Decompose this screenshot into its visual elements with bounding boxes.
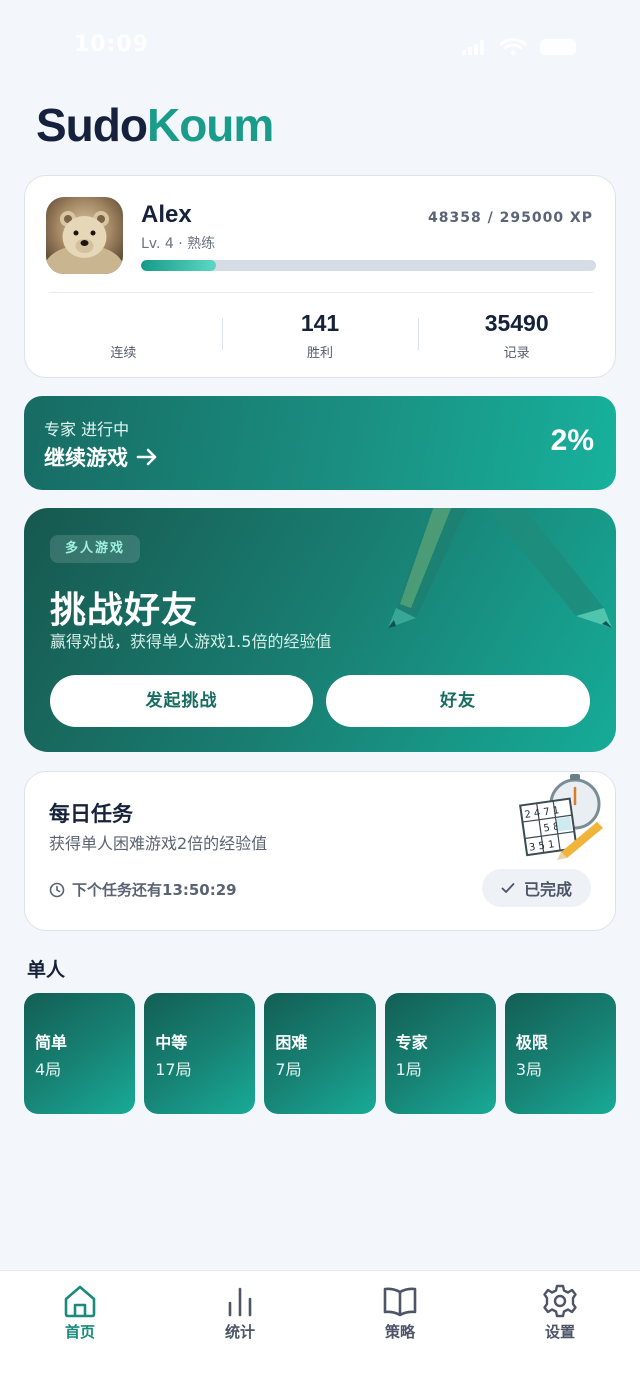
- stat-wins: 141 胜利: [221, 308, 419, 361]
- checkmark-icon: [501, 883, 515, 893]
- difficulty-count: 3局: [515, 1060, 542, 1079]
- avatar[interactable]: [46, 197, 123, 274]
- daily-task-card[interactable]: 每日任务 获得单人困难游戏2倍的经验值 下个任务还有13:50:29 已完成 2…: [24, 771, 616, 931]
- continue-game-card[interactable]: 专家 进行中 继续游戏 2%: [24, 396, 616, 490]
- difficulty-expert[interactable]: 专家 1局: [384, 993, 496, 1114]
- daily-task-timer: 下个任务还有13:50:29: [49, 879, 237, 900]
- stat-value: 141: [300, 310, 340, 336]
- status-time: 10:09: [74, 32, 150, 57]
- polar-bear-avatar-image: [46, 211, 123, 274]
- tab-stats[interactable]: 统计: [160, 1271, 320, 1391]
- difficulty-name: 困难: [275, 1033, 308, 1052]
- logo-text-koum: Koum: [146, 99, 274, 151]
- gear-icon: [543, 1284, 577, 1318]
- stat-label: 连续: [110, 346, 137, 361]
- challenge-friends-card: 多人游戏 挑战好友 赢得对战，获得单人游戏1.5倍的经验值 发起挑战 好友: [24, 508, 616, 752]
- tab-settings[interactable]: 设置: [480, 1271, 640, 1391]
- xp-text: 48358 / 295000 XP: [428, 210, 593, 226]
- stat-label: 记录: [503, 346, 530, 361]
- bottom-tab-bar: 首页 统计 策略 设置: [0, 1270, 640, 1391]
- difficulty-easy[interactable]: 简单 4局: [24, 993, 136, 1114]
- friends-button[interactable]: 好友: [326, 675, 590, 727]
- difficulty-name: 简单: [35, 1033, 68, 1052]
- challenge-subtitle: 赢得对战，获得单人游戏1.5倍的经验值: [50, 632, 332, 651]
- battery-icon: [540, 39, 576, 55]
- bar-chart-icon: [228, 1287, 252, 1317]
- tab-label: 设置: [544, 1323, 575, 1341]
- single-player-title: 单人: [27, 959, 66, 981]
- difficulty-count: 7局: [275, 1060, 302, 1079]
- daily-task-timer-text: 下个任务还有13:50:29: [72, 881, 237, 899]
- tab-label: 统计: [224, 1323, 255, 1341]
- xp-progress-fill: [141, 260, 216, 271]
- difficulty-name: 专家: [395, 1033, 428, 1052]
- continue-game-cta: 继续游戏: [44, 442, 158, 472]
- profile-name: Alex: [141, 201, 192, 228]
- start-challenge-button[interactable]: 发起挑战: [50, 675, 313, 727]
- difficulty-hard[interactable]: 困难 7局: [264, 993, 376, 1114]
- daily-task-status: 已完成: [523, 880, 572, 899]
- daily-task-completed-badge: 已完成: [481, 869, 591, 907]
- status-icons: [462, 38, 576, 56]
- profile-card[interactable]: Alex Lv. 4 · 熟练 48358 / 295000 XP 连续 141…: [24, 175, 616, 378]
- difficulty-extreme[interactable]: 极限 3局: [504, 993, 617, 1114]
- book-icon: [383, 1287, 417, 1317]
- multiplayer-badge: 多人游戏: [50, 535, 141, 563]
- sudoku-stopwatch-illustration: 2 4 7 1 5 8 3 5 1: [519, 774, 603, 860]
- tab-label: 策略: [384, 1323, 415, 1341]
- challenge-title: 挑战好友: [50, 590, 199, 631]
- stat-record: 35490 记录: [418, 308, 615, 361]
- profile-divider: [49, 292, 593, 293]
- difficulty-name: 中等: [155, 1033, 188, 1052]
- signal-icon: [462, 39, 486, 55]
- daily-task-subtitle: 获得单人困难游戏2倍的经验值: [49, 834, 268, 853]
- stat-label: 胜利: [307, 346, 334, 361]
- stat-value: 35490: [484, 310, 549, 336]
- daily-task-title: 每日任务: [49, 802, 133, 826]
- wifi-icon: [500, 38, 526, 56]
- difficulty-count: 4局: [35, 1060, 62, 1079]
- logo-text-sudo: Sudo: [36, 99, 148, 151]
- tab-label: 首页: [64, 1323, 95, 1341]
- tab-home[interactable]: 首页: [0, 1271, 160, 1391]
- continue-game-mode: 专家 进行中: [44, 420, 130, 439]
- profile-stats: 连续 141 胜利 35490 记录: [25, 308, 615, 361]
- arrow-right-icon: [136, 448, 157, 466]
- home-icon: [64, 1285, 96, 1318]
- stat-streak: 连续: [25, 308, 222, 361]
- app-logo: SudoKoum: [36, 98, 274, 152]
- profile-level: Lv. 4 · 熟练: [141, 236, 216, 252]
- xp-progress-bar: [141, 260, 596, 271]
- difficulty-medium[interactable]: 中等 17局: [144, 993, 256, 1114]
- difficulty-count: 1局: [395, 1060, 422, 1079]
- pencils-illustration: [388, 508, 612, 628]
- difficulty-count: 17局: [155, 1060, 192, 1079]
- status-bar: 10:09: [0, 32, 640, 64]
- difficulty-list: 简单 4局 中等 17局 困难 7局 专家 1局 极限 3局: [24, 993, 617, 1114]
- tab-strategy[interactable]: 策略: [320, 1271, 480, 1391]
- clock-icon: [49, 882, 65, 897]
- stat-value: [25, 308, 222, 338]
- difficulty-name: 极限: [515, 1033, 548, 1052]
- continue-game-label: 继续游戏: [44, 446, 128, 470]
- continue-game-progress: 2%: [550, 424, 594, 457]
